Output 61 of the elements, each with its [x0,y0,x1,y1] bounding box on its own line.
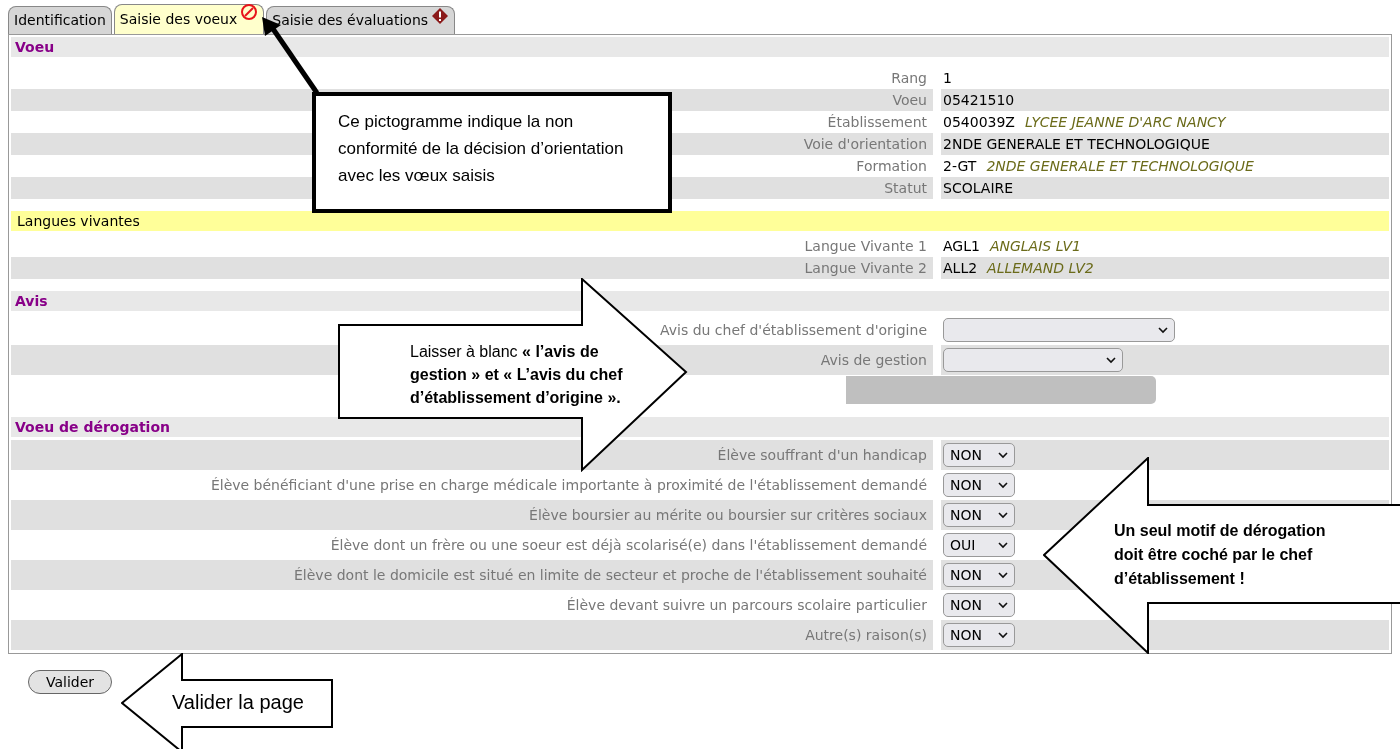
dropdown[interactable]: NON [943,443,1015,467]
field-label: Élève souffrant d'un handicap [717,445,927,465]
field-value: LYCEE JEANNE D'ARC NANCY [1024,112,1226,132]
dropdown[interactable]: NON [943,503,1015,527]
field-label: Voie d'orientation [803,134,927,154]
field-label: Voeu [892,90,927,110]
field-label: Élève dont le domicile est situé en limite de secteur et proche de l'établissement souhaité [294,565,927,585]
chevron-down-icon [998,451,1008,459]
chevron-down-icon [998,631,1008,639]
field-value: 2NDE GENERALE ET TECHNOLOGIQUE [943,134,1210,154]
field-label: Statut [884,178,927,198]
callout-text: Ce pictogramme indique la non conformité de la décision d’orientation avec les vœux saisis [338,111,625,187]
dropdown[interactable] [943,318,1175,342]
tab[interactable]: Identification [8,6,112,34]
field-label: Avis du chef d'établissement d'origine [660,320,927,340]
field-value: ALL2 [943,258,978,278]
callout-text: Valider la page [172,690,304,714]
tab[interactable]: Saisie des évaluations [266,6,456,34]
field-label: Autre(s) raison(s) [805,625,927,645]
prohibited-icon [240,3,259,21]
section-header: Voeu [11,37,1389,57]
field-label: Élève boursier au mérite ou boursier sur critères sociaux [529,505,927,525]
section-header: Avis [11,291,1389,311]
field-label: Avis de gestion [820,350,927,370]
callout-text: Un seul motif de dérogation doit être coché par le chef d’établissement ! [1114,521,1327,589]
field-value: ALLEMAND LV2 [987,258,1094,278]
field-label: Langue Vivante 1 [804,236,927,256]
chevron-down-icon [998,511,1008,519]
field-value: 0540039Z [943,112,1015,132]
chevron-down-icon [998,541,1008,549]
field-value: 1 [943,68,952,88]
callout-text: Laisser à blanc « l’avis de gestion » et « L’avis du chef d’établissement d’origine ». [410,342,624,408]
chevron-down-icon [998,481,1008,489]
field-label: Élève bénéficiant d'une prise en charge médicale importante à proximité de l'établissement demandé [210,475,927,495]
field-value: ANGLAIS LV1 [989,236,1081,256]
tab[interactable]: Saisie des voeux [113,4,265,34]
field-label: Élève dont un frère ou une soeur est déjà scolarisé(e) dans l'établissement demandé [330,535,927,555]
dropdown[interactable]: NON [943,623,1015,647]
field-value: 2NDE GENERALE ET TECHNOLOGIQUE [986,156,1254,176]
field-label: Élève devant suivre un parcours scolaire particulier [566,595,927,615]
field-value: 2-GT [943,156,977,176]
field-value: SCOLAIRE [943,178,1014,198]
chevron-down-icon [1158,326,1168,334]
field-label: Établissement [827,112,927,132]
dropdown[interactable]: OUI [943,533,1015,557]
section-header: Voeu de dérogation [11,417,1389,437]
field-value: AGL1 [943,236,980,256]
dropdown[interactable]: NON [943,593,1015,617]
valider-button[interactable]: Valider [28,670,112,694]
alert-diamond-icon [431,7,450,25]
chevron-down-icon [998,571,1008,579]
dropdown[interactable]: NON [943,473,1015,497]
section-header: Langues vivantes [11,211,1389,231]
dropdown[interactable] [943,348,1123,372]
field-value: 05421510 [943,90,1015,110]
chevron-down-icon [998,601,1008,609]
dropdown[interactable]: NON [943,563,1015,587]
field-label: Formation [856,156,927,176]
field-label: Langue Vivante 2 [804,258,927,278]
chevron-down-icon [1106,356,1116,364]
field-label: Rang [891,68,927,88]
